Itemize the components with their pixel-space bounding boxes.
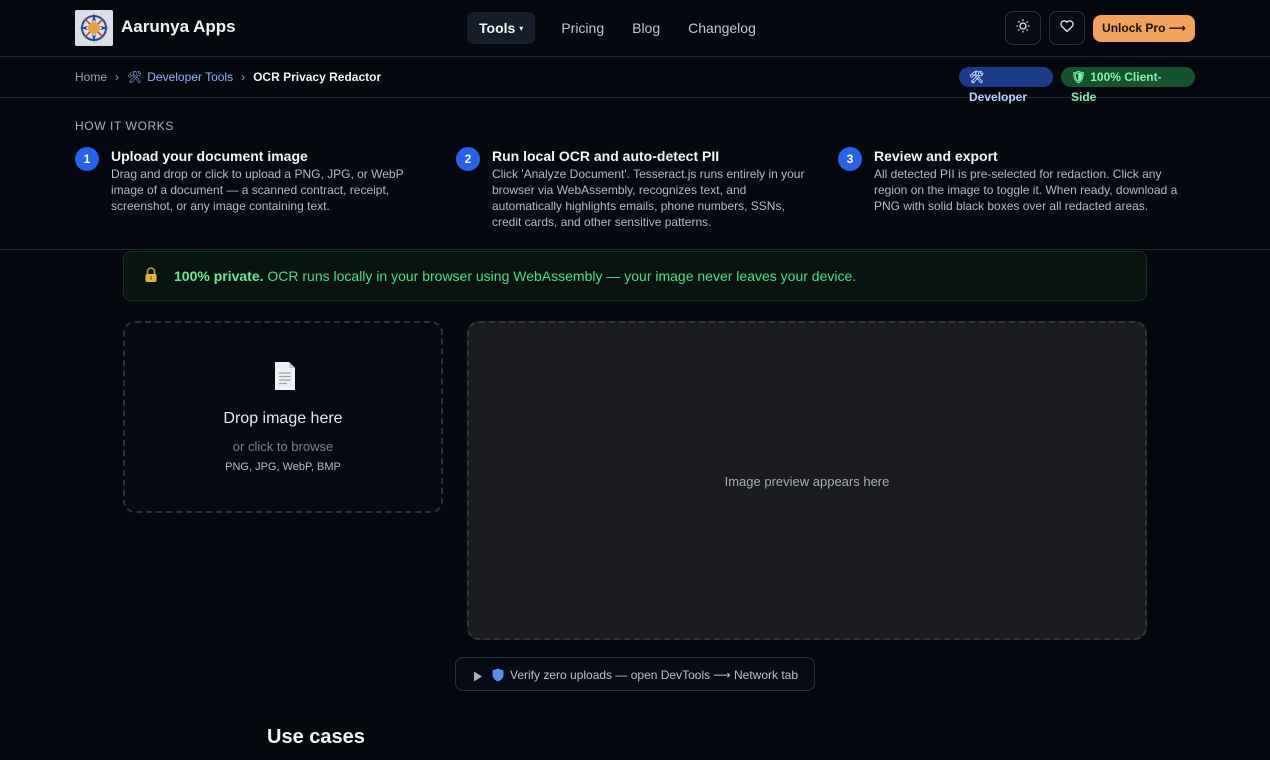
breadcrumb-current: OCR Privacy Redactor bbox=[253, 70, 382, 84]
breadcrumb-developer-tools[interactable]: 🛠 Developer Tools bbox=[127, 70, 233, 84]
dropzone-title: Drop image here bbox=[223, 410, 343, 427]
breadcrumb-home[interactable]: Home bbox=[75, 70, 107, 84]
unlock-pro-button[interactable]: Unlock Pro ⟶ bbox=[1093, 15, 1195, 42]
step-title: Upload your document image bbox=[111, 148, 308, 164]
tools-icon: 🛠 bbox=[127, 70, 143, 84]
breadcrumb-separator: › bbox=[115, 70, 120, 84]
main-nav: Tools ▾ Pricing Blog Changelog bbox=[467, 12, 770, 44]
app-logo[interactable] bbox=[75, 10, 113, 46]
chevron-down-icon: ▾ bbox=[519, 24, 524, 33]
tools-icon: 🛠 bbox=[969, 70, 985, 84]
nav-blog[interactable]: Blog bbox=[618, 12, 674, 44]
how-it-works-title: HOW IT WORKS bbox=[75, 119, 174, 133]
verify-label: Verify zero uploads — open DevTools ⟶ Ne… bbox=[510, 668, 799, 682]
category-badge-label: Developer bbox=[969, 90, 1028, 104]
privacy-banner-text: 100% private. OCR runs locally in your b… bbox=[174, 268, 856, 284]
breadcrumb: Home › 🛠 Developer Tools › OCR Privacy Re… bbox=[75, 70, 381, 84]
privacy-banner-strong: 100% private. bbox=[174, 268, 264, 284]
client-side-badge: 🛡 100% Client-Side bbox=[1061, 67, 1195, 104]
document-icon bbox=[273, 361, 297, 396]
step-number: 2 bbox=[456, 147, 480, 171]
section-divider bbox=[0, 249, 1270, 250]
step-number: 3 bbox=[838, 147, 862, 171]
step-title: Review and export bbox=[874, 148, 998, 164]
breadcrumb-developer-tools-label: Developer Tools bbox=[147, 70, 234, 84]
dropzone-subtitle: or click to browse bbox=[232, 439, 334, 454]
use-cases-heading: Use cases bbox=[267, 726, 365, 748]
step-description: All detected PII is pre-selected for red… bbox=[874, 167, 1178, 213]
category-badge[interactable]: 🛠 Developer bbox=[959, 67, 1053, 104]
theme-toggle-button[interactable] bbox=[1005, 11, 1041, 45]
app-name[interactable]: Aarunya Apps bbox=[121, 17, 236, 37]
shield-icon bbox=[492, 668, 504, 687]
privacy-banner-message: OCR runs locally in your browser using W… bbox=[263, 268, 857, 284]
step-description: Drag and drop or click to upload a PNG, … bbox=[111, 167, 404, 213]
preview-placeholder: Image preview appears here bbox=[724, 474, 890, 489]
play-icon bbox=[473, 669, 483, 687]
shield-icon: 🛡 bbox=[1071, 70, 1087, 84]
lock-icon bbox=[144, 267, 158, 288]
nav-tools-label: Tools bbox=[479, 20, 516, 36]
sun-icon bbox=[1015, 18, 1031, 39]
step-number: 1 bbox=[75, 147, 99, 171]
step-description: Click 'Analyze Document'. Tesseract.js r… bbox=[492, 167, 805, 229]
heart-icon bbox=[1059, 18, 1075, 39]
nav-changelog[interactable]: Changelog bbox=[674, 12, 770, 44]
favorite-button[interactable] bbox=[1049, 11, 1085, 45]
breadcrumb-separator: › bbox=[241, 70, 246, 84]
dropzone-formats: PNG, JPG, WebP, BMP bbox=[225, 461, 341, 473]
verify-zero-uploads-toggle[interactable]: Verify zero uploads — open DevTools ⟶ Ne… bbox=[455, 657, 815, 691]
image-preview-panel[interactable]: Image preview appears here bbox=[467, 321, 1147, 640]
privacy-banner: 100% private. OCR runs locally in your b… bbox=[123, 251, 1147, 301]
nav-tools[interactable]: Tools ▾ bbox=[467, 12, 536, 44]
breadcrumb-bar: Home › 🛠 Developer Tools › OCR Privacy Re… bbox=[0, 57, 1270, 104]
image-dropzone[interactable]: Drop image here or click to browse PNG, … bbox=[123, 321, 443, 513]
nav-pricing[interactable]: Pricing bbox=[547, 12, 618, 44]
site-header: Aarunya Apps Tools ▾ Pricing Blog Changel… bbox=[0, 0, 1270, 57]
step-title: Run local OCR and auto-detect PII bbox=[492, 148, 720, 164]
